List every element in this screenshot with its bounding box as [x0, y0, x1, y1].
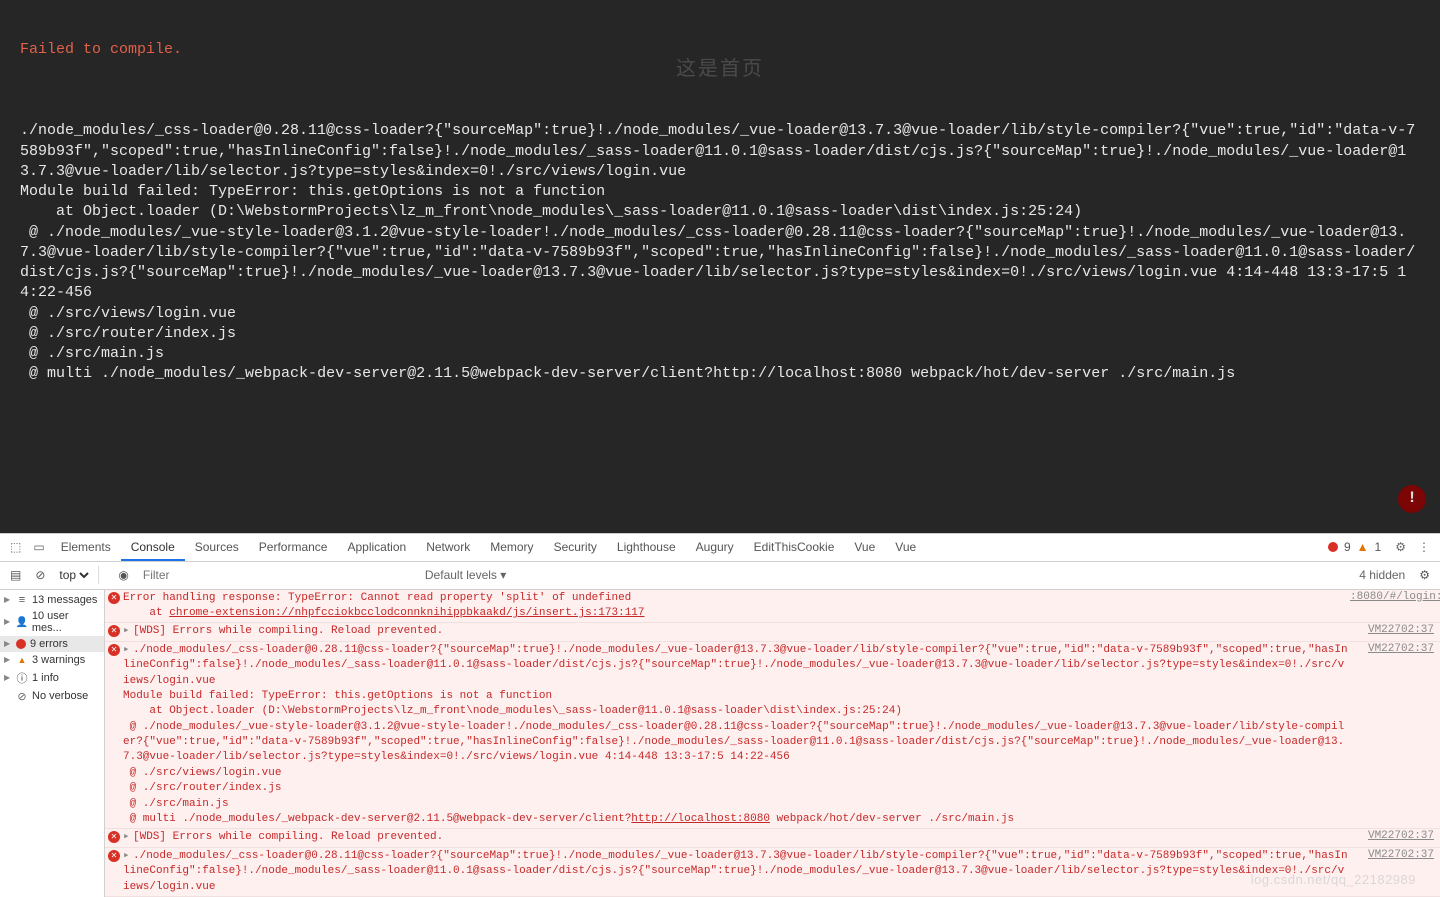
console-message[interactable]: ✕▸[WDS] Errors while compiling. Reload p… [105, 829, 1440, 847]
settings-gear-icon[interactable]: ⚙ [1389, 540, 1412, 554]
sidebar-toggle-icon[interactable]: ▤ [6, 568, 25, 582]
message-source-link[interactable]: :8080/#/login:1 [1350, 590, 1440, 623]
error-x-icon: ✕ [108, 831, 120, 843]
context-selector[interactable]: top [55, 567, 92, 583]
tab-memory[interactable]: Memory [480, 533, 543, 561]
msg-icon [16, 594, 28, 606]
stack-link[interactable]: chrome-extension://nhpfcciokbcclodconnkn… [169, 607, 644, 619]
tab-elements[interactable]: Elements [51, 533, 121, 561]
sidebar-label: 9 errors [30, 638, 68, 650]
sidebar-row-1[interactable]: ▶ 10 user mes... [0, 608, 104, 636]
sidebar-row-4[interactable]: ▶ 1 info [0, 668, 104, 688]
tab-vue-2[interactable]: Vue [885, 533, 926, 561]
tab-application[interactable]: Application [337, 533, 416, 561]
error-x-icon: ✕ [108, 592, 120, 604]
devtools-tabs: ⬚ ▭ Elements Console Sources Performance… [0, 534, 1440, 562]
expand-triangle-icon: ▶ [4, 595, 12, 604]
live-expression-icon[interactable]: ◉ [114, 568, 132, 582]
tab-performance[interactable]: Performance [249, 533, 338, 561]
page-ghost-text: 这是首页 [676, 56, 764, 83]
tab-lighthouse[interactable]: Lighthouse [607, 533, 686, 561]
sidebar-row-3[interactable]: ▶ 3 warnings [0, 652, 104, 668]
console-toolbar: ▤ ⊘ top ◉ Default levels ▾ 4 hidden ⚙ [0, 562, 1440, 590]
message-source-link[interactable]: VM22702:37 [1350, 829, 1440, 846]
message-gutter: ✕ [105, 642, 123, 829]
sidebar-label: 10 user mes... [32, 610, 100, 634]
message-source-link[interactable]: VM22702:37 [1350, 642, 1440, 829]
err-icon [16, 639, 26, 649]
message-body: ▸[WDS] Errors while compiling. Reload pr… [123, 623, 1350, 640]
message-body: ▸./node_modules/_css-loader@0.28.11@css-… [123, 848, 1350, 896]
message-gutter: ✕ [105, 848, 123, 896]
tab-security[interactable]: Security [544, 533, 607, 561]
log-levels-dropdown[interactable]: Default levels ▾ [425, 568, 506, 582]
expand-arrow-icon[interactable]: ▸ [123, 830, 133, 845]
error-text: ./node_modules/_css-loader@0.28.11@css-l… [20, 122, 1415, 382]
console-sidebar: ▶ 13 messages ▶ 10 user mes... ▶ 9 errors ▶ 3 w… [0, 590, 105, 897]
console-body: ▶ 13 messages ▶ 10 user mes... ▶ 9 errors ▶ 3 w… [0, 590, 1440, 897]
tab-vue[interactable]: Vue [844, 533, 885, 561]
sidebar-row-5[interactable]: No verbose [0, 688, 104, 705]
sidebar-label: 13 messages [32, 594, 97, 606]
sidebar-label: 1 info [32, 672, 59, 684]
sidebar-label: No verbose [32, 690, 88, 702]
tab-network[interactable]: Network [416, 533, 480, 561]
error-dot-icon [1328, 542, 1338, 552]
error-header: Failed to compile. [20, 41, 182, 58]
tab-sources[interactable]: Sources [185, 533, 249, 561]
filter-input[interactable] [139, 566, 419, 585]
error-badge-icon[interactable]: ! [1398, 485, 1426, 513]
message-body: ▸[WDS] Errors while compiling. Reload pr… [123, 829, 1350, 846]
expand-triangle-icon: ▶ [4, 655, 12, 664]
webpack-error-overlay: Failed to compile. 这是首页 ./node_modules/_… [0, 0, 1440, 533]
info-icon [16, 670, 28, 686]
error-x-icon: ✕ [108, 625, 120, 637]
hidden-messages-count[interactable]: 4 hidden [1359, 568, 1405, 582]
verb-icon [16, 690, 28, 703]
console-messages[interactable]: ✕Error handling response: TypeError: Can… [105, 590, 1440, 897]
user-icon [16, 616, 28, 628]
inspect-element-icon[interactable]: ⬚ [4, 540, 27, 554]
console-message[interactable]: ✕▸./node_modules/_css-loader@0.28.11@css… [105, 642, 1440, 830]
expand-triangle-icon: ▶ [4, 617, 12, 626]
tab-editthiscookie[interactable]: EditThisCookie [744, 533, 845, 561]
sidebar-row-2[interactable]: ▶ 9 errors [0, 636, 104, 652]
status-indicator[interactable]: 9 ▲ 1 [1328, 540, 1381, 554]
tab-augury[interactable]: Augury [686, 533, 744, 561]
warn-icon [16, 654, 28, 666]
expand-arrow-icon[interactable]: ▸ [123, 849, 133, 864]
more-menu-icon[interactable]: ⋮ [1412, 540, 1436, 554]
error-count: 9 [1344, 540, 1351, 554]
message-source-link[interactable]: VM22702:37 [1350, 848, 1440, 896]
sidebar-label: 3 warnings [32, 654, 85, 666]
tab-console[interactable]: Console [121, 533, 185, 561]
message-body: ▸./node_modules/_css-loader@0.28.11@css-… [123, 642, 1350, 829]
message-body: Error handling response: TypeError: Cann… [123, 590, 1350, 623]
message-gutter: ✕ [105, 623, 123, 640]
clear-console-icon[interactable]: ⊘ [31, 568, 49, 582]
console-settings-gear-icon[interactable]: ⚙ [1415, 568, 1434, 582]
warning-triangle-icon: ▲ [1357, 540, 1369, 554]
warning-count: 1 [1375, 540, 1382, 554]
console-message[interactable]: ✕▸./node_modules/_css-loader@0.28.11@css… [105, 848, 1440, 897]
device-toolbar-icon[interactable]: ▭ [27, 540, 50, 554]
expand-arrow-icon[interactable]: ▸ [123, 624, 133, 639]
url-link[interactable]: http://localhost:8080 [631, 813, 770, 825]
expand-triangle-icon: ▶ [4, 639, 12, 648]
expand-arrow-icon[interactable]: ▸ [123, 643, 133, 658]
error-x-icon: ✕ [108, 850, 120, 862]
console-message[interactable]: ✕▸[WDS] Errors while compiling. Reload p… [105, 623, 1440, 641]
message-gutter: ✕ [105, 829, 123, 846]
devtools-panel: ⬚ ▭ Elements Console Sources Performance… [0, 533, 1440, 897]
error-x-icon: ✕ [108, 644, 120, 656]
message-gutter: ✕ [105, 590, 123, 623]
sidebar-row-0[interactable]: ▶ 13 messages [0, 592, 104, 608]
expand-triangle-icon: ▶ [4, 673, 12, 682]
console-message[interactable]: ✕Error handling response: TypeError: Can… [105, 590, 1440, 624]
message-source-link[interactable]: VM22702:37 [1350, 623, 1440, 640]
